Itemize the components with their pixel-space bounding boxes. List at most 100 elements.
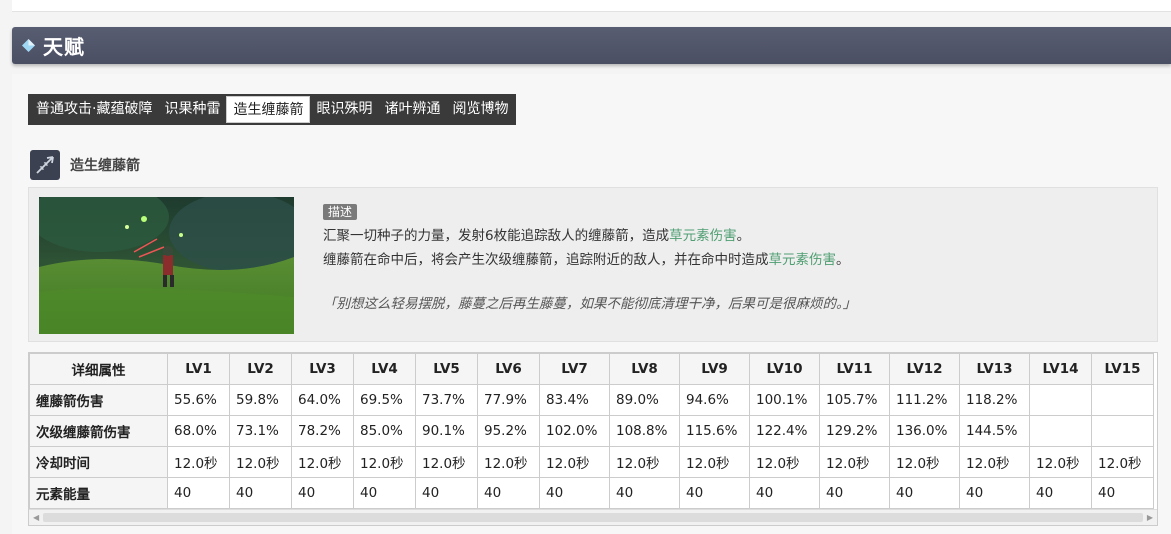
skill-header: 造生缠藤箭 xyxy=(30,150,140,180)
line2-text: 缠藤箭在命中后，将会产生次级缠藤箭，追踪附近的敌人，并在命中时造成 xyxy=(323,252,769,268)
diamond-icon xyxy=(22,39,35,52)
dendro-damage-text: 草元素伤害 xyxy=(669,228,737,244)
table-cell: 83.4% xyxy=(539,384,610,416)
table-cell: 12.0秒 xyxy=(229,446,292,478)
table-cell: 12.0秒 xyxy=(415,446,478,478)
header-level: LV5 xyxy=(415,353,478,385)
arrow-skill-icon xyxy=(30,150,60,180)
table-cell: 69.5% xyxy=(353,384,416,416)
table-cell: 12.0秒 xyxy=(959,446,1030,478)
table-cell: 40 xyxy=(819,477,890,509)
header-level: LV1 xyxy=(167,353,230,385)
scrollbar-thumb[interactable] xyxy=(43,513,1143,522)
table-cell: 90.1% xyxy=(415,415,478,447)
header-level: LV7 xyxy=(539,353,610,385)
table-cell xyxy=(1091,384,1154,416)
table-cell: 12.0秒 xyxy=(167,446,230,478)
line1-text: 汇聚一切种子的力量，发射6枚能追踪敌人的缠藤箭，造成 xyxy=(323,228,670,244)
table-cell: 12.0秒 xyxy=(679,446,750,478)
table-cell: 55.6% xyxy=(167,384,230,416)
header-level: LV15 xyxy=(1091,353,1154,385)
skill-preview-image xyxy=(39,197,294,334)
table-cell: 40 xyxy=(749,477,820,509)
table-cell: 12.0秒 xyxy=(539,446,610,478)
table-cell: 95.2% xyxy=(477,415,540,447)
table-cell: 40 xyxy=(229,477,292,509)
tab-1[interactable]: 普通攻击·藏蕴破障 xyxy=(30,96,158,123)
table-cell xyxy=(1029,384,1092,416)
dendro-damage-text: 草元素伤害 xyxy=(768,252,837,268)
table-cell xyxy=(1029,415,1092,447)
table-cell: 94.6% xyxy=(679,384,750,416)
header-level: LV2 xyxy=(229,353,292,385)
table-cell: 12.0秒 xyxy=(749,446,820,478)
table-cell: 12.0秒 xyxy=(353,446,416,478)
header-level: LV4 xyxy=(353,353,416,385)
table-cell: 105.7% xyxy=(819,384,890,416)
table-cell: 108.8% xyxy=(609,415,680,447)
scroll-left-icon[interactable]: ◀ xyxy=(33,513,39,522)
header-level: LV13 xyxy=(959,353,1030,385)
table-cell: 12.0秒 xyxy=(889,446,960,478)
header-level: LV6 xyxy=(477,353,540,385)
attribute-table: 详细属性 LV1 LV2 LV3 LV4 LV5 LV6 LV7 LV8 LV9 LV10 LV11 L… xyxy=(29,353,1154,509)
table-cell: 122.4% xyxy=(749,415,820,447)
table-header-row: 详细属性 LV1 LV2 LV3 LV4 LV5 LV6 LV7 LV8 LV9 LV10 LV11 L… xyxy=(29,353,1154,385)
table-cell: 77.9% xyxy=(477,384,540,416)
table-row: 冷却时间 12.0秒 12.0秒 12.0秒 12.0秒 12.0秒 12.0秒 12.0秒 1… xyxy=(29,446,1154,478)
table-cell: 73.1% xyxy=(229,415,292,447)
table-cell: 12.0秒 xyxy=(477,446,540,478)
tab-4[interactable]: 眼识殊明 xyxy=(310,96,378,123)
table-cell: 129.2% xyxy=(819,415,890,447)
table-cell: 118.2% xyxy=(959,384,1030,416)
header-level: LV14 xyxy=(1029,353,1092,385)
line1-end: 。 xyxy=(736,228,751,244)
tab-5[interactable]: 诸叶辨通 xyxy=(378,96,446,123)
description-line-1: 汇聚一切种子的力量，发射6枚能追踪敌人的缠藤箭，造成草元素伤害。 xyxy=(323,224,856,248)
header-level: LV11 xyxy=(819,353,890,385)
table-cell: 40 xyxy=(167,477,230,509)
attribute-table-container: 详细属性 LV1 LV2 LV3 LV4 LV5 LV6 LV7 LV8 LV9 LV10 LV11 L… xyxy=(28,352,1158,526)
table-cell: 40 xyxy=(959,477,1030,509)
table-cell: 100.1% xyxy=(749,384,820,416)
description-box: 描述 汇聚一切种子的力量，发射6枚能追踪敌人的缠藤箭，造成草元素伤害。 缠藤箭在… xyxy=(28,187,1158,342)
header-level: LV9 xyxy=(679,353,750,385)
table-cell: 12.0秒 xyxy=(1029,446,1092,478)
table-cell: 40 xyxy=(609,477,680,509)
table-cell: 102.0% xyxy=(539,415,610,447)
description-badge: 描述 xyxy=(323,204,358,220)
table-cell: 40 xyxy=(1029,477,1092,509)
table-cell: 12.0秒 xyxy=(1091,446,1154,478)
table-cell: 12.0秒 xyxy=(291,446,354,478)
horizontal-scrollbar[interactable]: ◀ ▶ xyxy=(29,509,1157,525)
table-cell: 12.0秒 xyxy=(609,446,680,478)
top-strip xyxy=(12,0,1171,12)
table-cell: 144.5% xyxy=(959,415,1030,447)
row-label: 冷却时间 xyxy=(29,446,168,478)
table-cell: 40 xyxy=(291,477,354,509)
table-cell: 73.7% xyxy=(415,384,478,416)
table-cell: 64.0% xyxy=(291,384,354,416)
scroll-right-icon[interactable]: ▶ xyxy=(1147,513,1153,522)
row-label: 次级缠藤箭伤害 xyxy=(29,415,168,447)
tab-3[interactable]: 造生缠藤箭 xyxy=(226,96,311,123)
tab-6[interactable]: 阅览博物 xyxy=(446,96,514,123)
tab-2[interactable]: 识果种雷 xyxy=(158,96,226,123)
skill-quote: 「别想这么轻易摆脱，藤蔓之后再生藤蔓，如果不能彻底清理干净，后果可是很麻烦的。」 xyxy=(323,296,857,312)
table-cell: 40 xyxy=(477,477,540,509)
table-cell: 40 xyxy=(679,477,750,509)
skill-name: 造生缠藤箭 xyxy=(70,158,140,174)
section-header: 天赋 xyxy=(12,27,1171,64)
table-cell xyxy=(1091,415,1154,447)
header-level: LV8 xyxy=(609,353,680,385)
table-row: 元素能量 40 40 40 40 40 40 40 40 40 40 40 40 40 40 40 xyxy=(29,477,1154,509)
table-cell: 89.0% xyxy=(609,384,680,416)
header-attribute: 详细属性 xyxy=(29,353,168,385)
table-cell: 136.0% xyxy=(889,415,960,447)
table-row: 缠藤箭伤害 55.6% 59.8% 64.0% 69.5% 73.7% 77.9% 83.4%… xyxy=(29,384,1154,416)
table-cell: 59.8% xyxy=(229,384,292,416)
header-level: LV12 xyxy=(889,353,960,385)
table-row: 次级缠藤箭伤害 68.0% 73.1% 78.2% 85.0% 90.1% 95.2% 102… xyxy=(29,415,1154,447)
table-cell: 40 xyxy=(889,477,960,509)
line2-end: 。 xyxy=(836,252,850,268)
